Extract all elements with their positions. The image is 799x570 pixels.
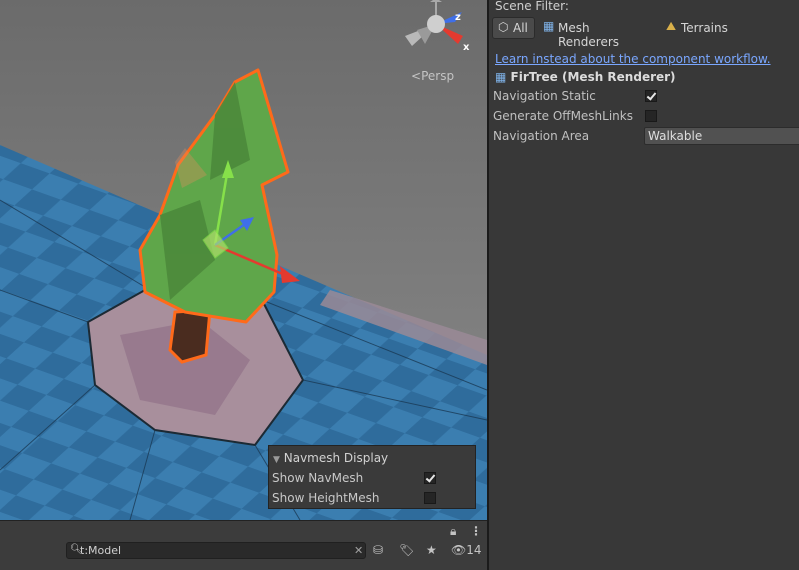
triangle-down-icon: ▼ <box>273 455 280 465</box>
generate-offmeshlinks-checkbox[interactable] <box>645 110 657 122</box>
show-navmesh-checkbox[interactable] <box>424 472 436 484</box>
object-heading: ▦ FirTree (Mesh Renderer) <box>495 70 676 84</box>
favorites-star-icon[interactable]: ★ <box>426 543 437 557</box>
gizmo-label-x: x <box>463 42 470 53</box>
generate-offmeshlinks-label: Generate OffMeshLinks <box>493 109 633 123</box>
navigation-static-checkbox[interactable] <box>645 90 657 102</box>
filter-all-label: All <box>513 21 528 35</box>
lock-icon[interactable]: 🔒︎ <box>450 524 456 539</box>
navigation-area-label: Navigation Area <box>493 129 590 143</box>
filter-terrains-button[interactable]: ⛰︎ Terrains <box>665 17 735 39</box>
hidden-packages-toggle[interactable]: 👁︎14 <box>451 543 482 557</box>
search-by-type-icon[interactable]: ⛁ <box>373 543 383 557</box>
search-by-label-icon[interactable]: 🏷︎ <box>399 543 414 557</box>
gizmo-label-z: z <box>455 12 461 23</box>
filter-mesh-renderers-label: Mesh Renderers <box>558 21 620 49</box>
component-workflow-link[interactable]: Learn instead about the component workfl… <box>495 52 771 66</box>
chevron-left-icon: < <box>411 69 422 83</box>
show-navmesh-label: Show NavMesh <box>272 471 364 485</box>
camera-projection-toggle[interactable]: <Persp <box>411 69 454 83</box>
show-heightmesh-label: Show HeightMesh <box>272 491 380 505</box>
navigation-static-label: Navigation Static <box>493 89 596 103</box>
navmesh-display-title: Navmesh Display <box>283 451 389 465</box>
navigation-area-dropdown[interactable]: Walkable <box>644 127 799 145</box>
mesh-grid-icon: ▦ <box>495 70 507 84</box>
terrain-icon: ⛰︎ <box>666 19 677 33</box>
navmesh-display-header[interactable]: ▼ Navmesh Display <box>273 451 388 465</box>
tree-trunk[interactable] <box>168 308 212 364</box>
filter-all-button[interactable]: ⬡ All <box>492 17 535 39</box>
hidden-count: 14 <box>466 543 482 557</box>
mesh-grid-icon: ▦ <box>543 19 555 33</box>
scene-filter-label: Scene Filter: <box>495 0 569 13</box>
more-options-icon[interactable]: ⋮ <box>470 524 482 538</box>
filter-mesh-renderers-button[interactable]: ▦ Mesh Renderers <box>542 17 654 49</box>
clear-search-icon[interactable]: ✕ <box>354 544 363 557</box>
project-search-field[interactable]: 🔍︎ t:Model ✕ <box>66 542 366 559</box>
navigation-area-value: Walkable <box>648 129 703 143</box>
eye-slash-icon: 👁︎ <box>451 543 467 557</box>
scene-view[interactable]: z x <Persp ▼ Navmesh Display Show NavMes… <box>0 0 487 520</box>
cube-icon: ⬡ <box>498 20 509 34</box>
object-heading-label: FirTree (Mesh Renderer) <box>510 70 676 84</box>
show-heightmesh-checkbox[interactable] <box>424 492 436 504</box>
project-panel-toolbar: 🔒︎ ⋮ 🔍︎ t:Model ✕ ⛁ 🏷︎ ★ 👁︎14 <box>0 520 487 570</box>
search-input[interactable]: t:Model <box>80 544 121 557</box>
navmesh-display-overlay: ▼ Navmesh Display Show NavMesh Show Heig… <box>268 445 476 509</box>
camera-projection-label: Persp <box>421 69 455 83</box>
navigation-inspector: Scene Filter: ⬡ All ▦ Mesh Renderers ⛰︎ … <box>489 0 799 570</box>
filter-terrains-label: Terrains <box>681 21 728 35</box>
